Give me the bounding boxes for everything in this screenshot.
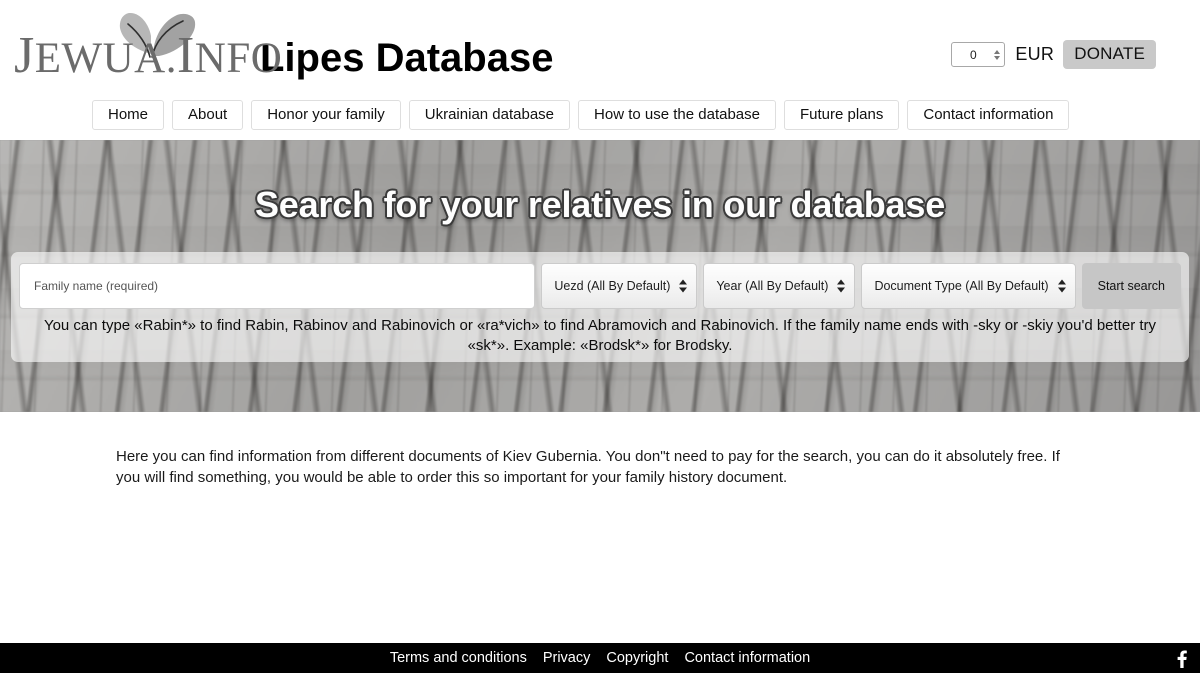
chevron-updown-icon bbox=[1057, 279, 1066, 293]
hero-title: Search for your relatives in our databas… bbox=[254, 184, 946, 225]
start-search-button[interactable]: Start search bbox=[1081, 263, 1181, 309]
footer-link-contact-information[interactable]: Contact information bbox=[684, 650, 810, 666]
family-name-input[interactable]: Family name (required) bbox=[19, 263, 536, 309]
uezd-select[interactable]: Uezd (All By Default) bbox=[541, 263, 698, 309]
search-panel: Family name (required) Uezd (All By Defa… bbox=[11, 252, 1189, 362]
donation-amount-stepper[interactable] bbox=[994, 49, 1001, 60]
uezd-select-value: Uezd (All By Default) bbox=[554, 279, 671, 293]
hero-section: Search for your relatives in our databas… bbox=[0, 140, 1200, 412]
nav-item-home[interactable]: Home bbox=[92, 100, 165, 130]
nav-item-about[interactable]: About bbox=[172, 100, 244, 130]
logo-text-dot: . bbox=[165, 35, 177, 82]
family-name-placeholder: Family name (required) bbox=[34, 279, 159, 293]
currency-label: EUR bbox=[1015, 44, 1055, 64]
nav-item-honor-your-family[interactable]: Honor your family bbox=[251, 100, 401, 130]
footer-link-privacy[interactable]: Privacy bbox=[543, 650, 591, 666]
spinner-down-icon[interactable] bbox=[994, 55, 1001, 60]
brand[interactable]: JEWUA.INFO Lipes Database bbox=[14, 8, 553, 84]
donate-button[interactable]: DONATE bbox=[1063, 40, 1156, 69]
spinner-up-icon[interactable] bbox=[994, 49, 1001, 54]
search-hint-text: You can type «Rabin*» to find Rabin, Rab… bbox=[43, 317, 1157, 354]
search-row: Family name (required) Uezd (All By Defa… bbox=[19, 263, 1181, 309]
page-header: JEWUA.INFO Lipes Database 0 EUR DONATE bbox=[0, 0, 1200, 100]
nav-item-ukrainian-database[interactable]: Ukrainian database bbox=[408, 100, 571, 130]
year-select[interactable]: Year (All By Default) bbox=[703, 263, 856, 309]
chevron-updown-icon bbox=[679, 279, 688, 293]
main-navigation: Home About Honor your family Ukrainian d… bbox=[0, 100, 1200, 140]
nav-item-future-plans[interactable]: Future plans bbox=[783, 100, 900, 130]
main-content: Here you can find information from diffe… bbox=[0, 412, 1200, 643]
footer-link-terms-and-conditions[interactable]: Terms and conditions bbox=[390, 650, 527, 666]
document-type-select-value: Document Type (All By Default) bbox=[874, 279, 1049, 293]
nav-item-contact-information[interactable]: Contact information bbox=[907, 100, 1070, 130]
page-title: Lipes Database bbox=[260, 36, 554, 80]
nav-item-how-to-use-the-database[interactable]: How to use the database bbox=[578, 100, 776, 130]
donation-amount-input[interactable]: 0 bbox=[951, 42, 1006, 67]
site-logo[interactable]: JEWUA.INFO bbox=[14, 8, 282, 84]
chevron-updown-icon bbox=[837, 279, 846, 293]
intro-paragraph: Here you can find information from diffe… bbox=[116, 448, 1060, 487]
year-select-value: Year (All By Default) bbox=[716, 279, 829, 293]
facebook-icon[interactable] bbox=[1170, 647, 1192, 669]
logo-text-2: NFO bbox=[194, 35, 283, 82]
footer-link-copyright[interactable]: Copyright bbox=[606, 650, 668, 666]
document-type-select[interactable]: Document Type (All By Default) bbox=[861, 263, 1076, 309]
logo-text-1: EWUA bbox=[34, 35, 166, 82]
page-footer: Terms and conditions Privacy Copyright C… bbox=[0, 643, 1200, 673]
logo-wordmark: JEWUA.INFO bbox=[14, 27, 283, 84]
donate-area: 0 EUR DONATE bbox=[951, 40, 1156, 69]
